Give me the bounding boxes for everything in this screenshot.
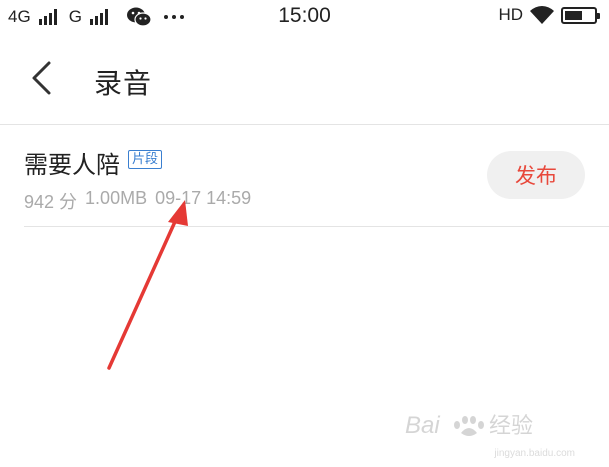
status-bar: 4G G 15:00 HD bbox=[0, 0, 609, 34]
back-button[interactable] bbox=[26, 58, 56, 98]
recording-meta: 942 分 1.00MB 09-17 14:59 bbox=[24, 188, 251, 214]
svg-text:Bai: Bai bbox=[405, 412, 440, 439]
svg-text:经验: 经验 bbox=[489, 413, 533, 438]
hd-indicator: HD bbox=[498, 5, 523, 24]
baidu-logo-icon: Bai 经验 bbox=[405, 412, 533, 439]
watermark-url: jingyan.baidu.com bbox=[494, 448, 575, 459]
chevron-left-icon bbox=[32, 61, 51, 95]
battery-level bbox=[565, 10, 582, 20]
app-screen: 4G G 15:00 HD 录音 需要人陪 片段 942 分 1.00MB 09… bbox=[0, 0, 609, 467]
wifi-icon bbox=[530, 6, 554, 24]
recording-title-row: 需要人陪 片段 bbox=[24, 145, 163, 180]
status-right: HD bbox=[498, 5, 600, 25]
recording-title: 需要人陪 bbox=[24, 151, 120, 179]
publish-button[interactable]: 发布 bbox=[487, 151, 585, 199]
baidu-jingyan-watermark: Bai 经验 jingyan.baidu.com bbox=[405, 405, 575, 459]
segment-badge: 片段 bbox=[128, 150, 163, 169]
battery-icon bbox=[561, 6, 600, 24]
recording-size: 1.00MB bbox=[85, 188, 148, 208]
recording-timestamp: 09-17 14:59 bbox=[155, 188, 252, 208]
top-bar: 录音 bbox=[0, 34, 609, 125]
recording-list-item[interactable]: 需要人陪 片段 942 分 1.00MB 09-17 14:59 发布 bbox=[24, 125, 609, 227]
recording-count: 942 分 bbox=[24, 192, 78, 212]
page-title: 录音 bbox=[94, 67, 153, 100]
